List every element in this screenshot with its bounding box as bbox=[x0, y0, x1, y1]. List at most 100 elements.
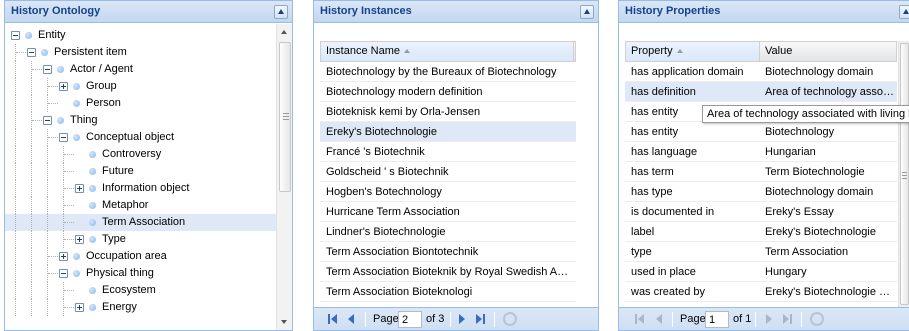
tree-node-label: Entity bbox=[38, 29, 66, 41]
property-row[interactable]: has application domain Biotechnology doma… bbox=[625, 62, 897, 82]
instance-row[interactable]: Goldscheid ' s Biotechnik bbox=[320, 162, 576, 182]
collapse-ontology-button[interactable] bbox=[274, 5, 288, 19]
collapse-icon[interactable] bbox=[59, 133, 68, 142]
column-label: Property bbox=[631, 45, 673, 57]
property-row[interactable]: has definition Area of technology associ.… bbox=[625, 82, 897, 102]
expand-icon[interactable] bbox=[75, 184, 84, 193]
expand-icon[interactable] bbox=[59, 82, 68, 91]
tree-node[interactable]: Conceptual object bbox=[5, 129, 276, 146]
node-icon bbox=[73, 270, 80, 277]
tree-node[interactable]: Physical thing bbox=[5, 265, 276, 282]
last-page-icon[interactable] bbox=[475, 314, 485, 324]
instance-row[interactable]: Bioteknisk kemi by Orla-Jensen bbox=[320, 102, 576, 122]
node-icon bbox=[57, 117, 64, 124]
node-icon bbox=[89, 202, 96, 209]
next-page-icon[interactable] bbox=[764, 314, 774, 324]
collapse-icon[interactable] bbox=[43, 116, 52, 125]
tree-node[interactable]: Person bbox=[5, 95, 276, 112]
first-page-icon[interactable] bbox=[635, 314, 645, 324]
collapse-icon[interactable] bbox=[11, 31, 20, 40]
instance-row[interactable]: Hurricane Term Association bbox=[320, 202, 576, 222]
scroll-down-icon[interactable] bbox=[281, 320, 287, 324]
tree-node[interactable]: Group bbox=[5, 78, 276, 95]
property-name-cell: has definition bbox=[631, 86, 696, 98]
definition-tooltip: Area of technology associated with livin… bbox=[702, 105, 909, 123]
last-page-icon[interactable] bbox=[782, 314, 792, 324]
property-row[interactable]: was created by Ereky's Biotechnologie cre… bbox=[625, 282, 897, 302]
tree-node[interactable]: Future bbox=[5, 163, 276, 180]
property-row[interactable]: has type Biotechnology domain bbox=[625, 182, 897, 202]
previous-page-icon[interactable] bbox=[346, 314, 356, 324]
instance-row[interactable]: Term Association Biontotechnik bbox=[320, 242, 576, 262]
instance-row[interactable]: Term Association Bioteknik by Royal Swed… bbox=[320, 262, 576, 282]
tree-node[interactable]: Occupation area bbox=[5, 248, 276, 265]
collapse-properties-button[interactable] bbox=[899, 5, 909, 19]
property-row[interactable]: has term Term Biotechnologie bbox=[625, 162, 897, 182]
instance-row[interactable]: Biotechnology by the Bureaux of Biotechn… bbox=[320, 62, 576, 82]
property-row[interactable]: used in place Hungary bbox=[625, 262, 897, 282]
page-number-input[interactable] bbox=[705, 311, 729, 328]
property-value-cell: Ereky's Biotechnologie bbox=[765, 226, 876, 238]
scrollbar-thumb[interactable] bbox=[279, 42, 291, 192]
tree-node[interactable]: Thing bbox=[5, 112, 276, 129]
expand-icon[interactable] bbox=[75, 235, 84, 244]
property-row[interactable]: has language Hungarian bbox=[625, 142, 897, 162]
property-row[interactable]: type Term Association bbox=[625, 242, 897, 262]
value-column-header[interactable]: Value bbox=[760, 42, 900, 61]
scroll-up-icon[interactable] bbox=[281, 30, 287, 34]
properties-scrollbar[interactable] bbox=[898, 41, 909, 307]
instance-row[interactable]: Ereky's Biotechnologie bbox=[320, 122, 576, 142]
page-number-input[interactable] bbox=[398, 311, 422, 328]
tree-node[interactable]: Information object bbox=[5, 180, 276, 197]
next-page-icon[interactable] bbox=[457, 314, 467, 324]
collapse-icon[interactable] bbox=[43, 65, 52, 74]
ontology-scrollbar[interactable] bbox=[276, 24, 292, 330]
previous-page-icon[interactable] bbox=[654, 314, 664, 324]
first-page-icon[interactable] bbox=[328, 314, 338, 324]
expand-icon[interactable] bbox=[59, 252, 68, 261]
instance-name-cell: Goldscheid ' s Biotechnik bbox=[326, 166, 449, 178]
page-count: of 3 bbox=[426, 313, 445, 325]
instance-row[interactable]: Hogben's Botechnology bbox=[320, 182, 576, 202]
property-value-cell: Term Association bbox=[765, 246, 849, 258]
tree-node-label: Metaphor bbox=[102, 199, 149, 211]
instance-name-column-header[interactable]: Instance Name bbox=[321, 42, 574, 61]
refresh-icon[interactable] bbox=[810, 312, 824, 326]
scrollbar-thumb[interactable] bbox=[900, 43, 909, 305]
instances-panel-header: History Instances bbox=[314, 1, 598, 23]
tree-node[interactable]: Controversy bbox=[5, 146, 276, 163]
instances-grid: Biotechnology by the Bureaux of Biotechn… bbox=[320, 62, 576, 302]
instance-name-cell: Hogben's Botechnology bbox=[326, 186, 442, 198]
collapse-icon[interactable] bbox=[59, 269, 68, 278]
property-column-header[interactable]: Property bbox=[626, 42, 760, 61]
tree-node-label: Controversy bbox=[102, 148, 162, 160]
property-row[interactable]: has entity Biotechnology bbox=[625, 122, 897, 142]
instance-name-cell: Biotechnology by the Bureaux of Biotechn… bbox=[326, 66, 557, 78]
ontology-tree: Entity Persistent item Actor / Agent Group P… bbox=[5, 24, 276, 330]
tree-node[interactable]: Energy bbox=[5, 299, 276, 316]
tree-node[interactable]: Metaphor bbox=[5, 197, 276, 214]
tree-node[interactable]: Type bbox=[5, 231, 276, 248]
column-label: Instance Name bbox=[326, 45, 400, 57]
refresh-icon[interactable] bbox=[503, 312, 517, 326]
tree-node[interactable]: Persistent item bbox=[5, 44, 276, 61]
property-row[interactable]: is documented in Ereky's Essay bbox=[625, 202, 897, 222]
tree-node[interactable]: Ecosystem bbox=[5, 282, 276, 299]
property-row[interactable]: label Ereky's Biotechnologie bbox=[625, 222, 897, 242]
property-value-cell: Hungary bbox=[765, 266, 807, 278]
node-icon bbox=[89, 304, 96, 311]
collapse-icon[interactable] bbox=[27, 48, 36, 57]
collapse-instances-button[interactable] bbox=[580, 5, 594, 19]
property-value-cell: Biotechnology bbox=[765, 126, 835, 138]
instance-row[interactable]: Biotechnology modern definition bbox=[320, 82, 576, 102]
instance-row[interactable]: Lindner's Biotechnologie bbox=[320, 222, 576, 242]
property-name-cell: has entity bbox=[631, 126, 679, 138]
page-label: Page bbox=[680, 313, 706, 325]
tree-node[interactable]: Term Association bbox=[5, 214, 276, 231]
tree-node[interactable]: Actor / Agent bbox=[5, 61, 276, 78]
instance-row[interactable]: Francé 's Biotechnik bbox=[320, 142, 576, 162]
instance-row[interactable]: Term Association Bioteknologi bbox=[320, 282, 576, 302]
tree-node[interactable]: Entity bbox=[5, 27, 276, 44]
property-name-cell: is documented in bbox=[631, 206, 715, 218]
expand-icon[interactable] bbox=[75, 303, 84, 312]
